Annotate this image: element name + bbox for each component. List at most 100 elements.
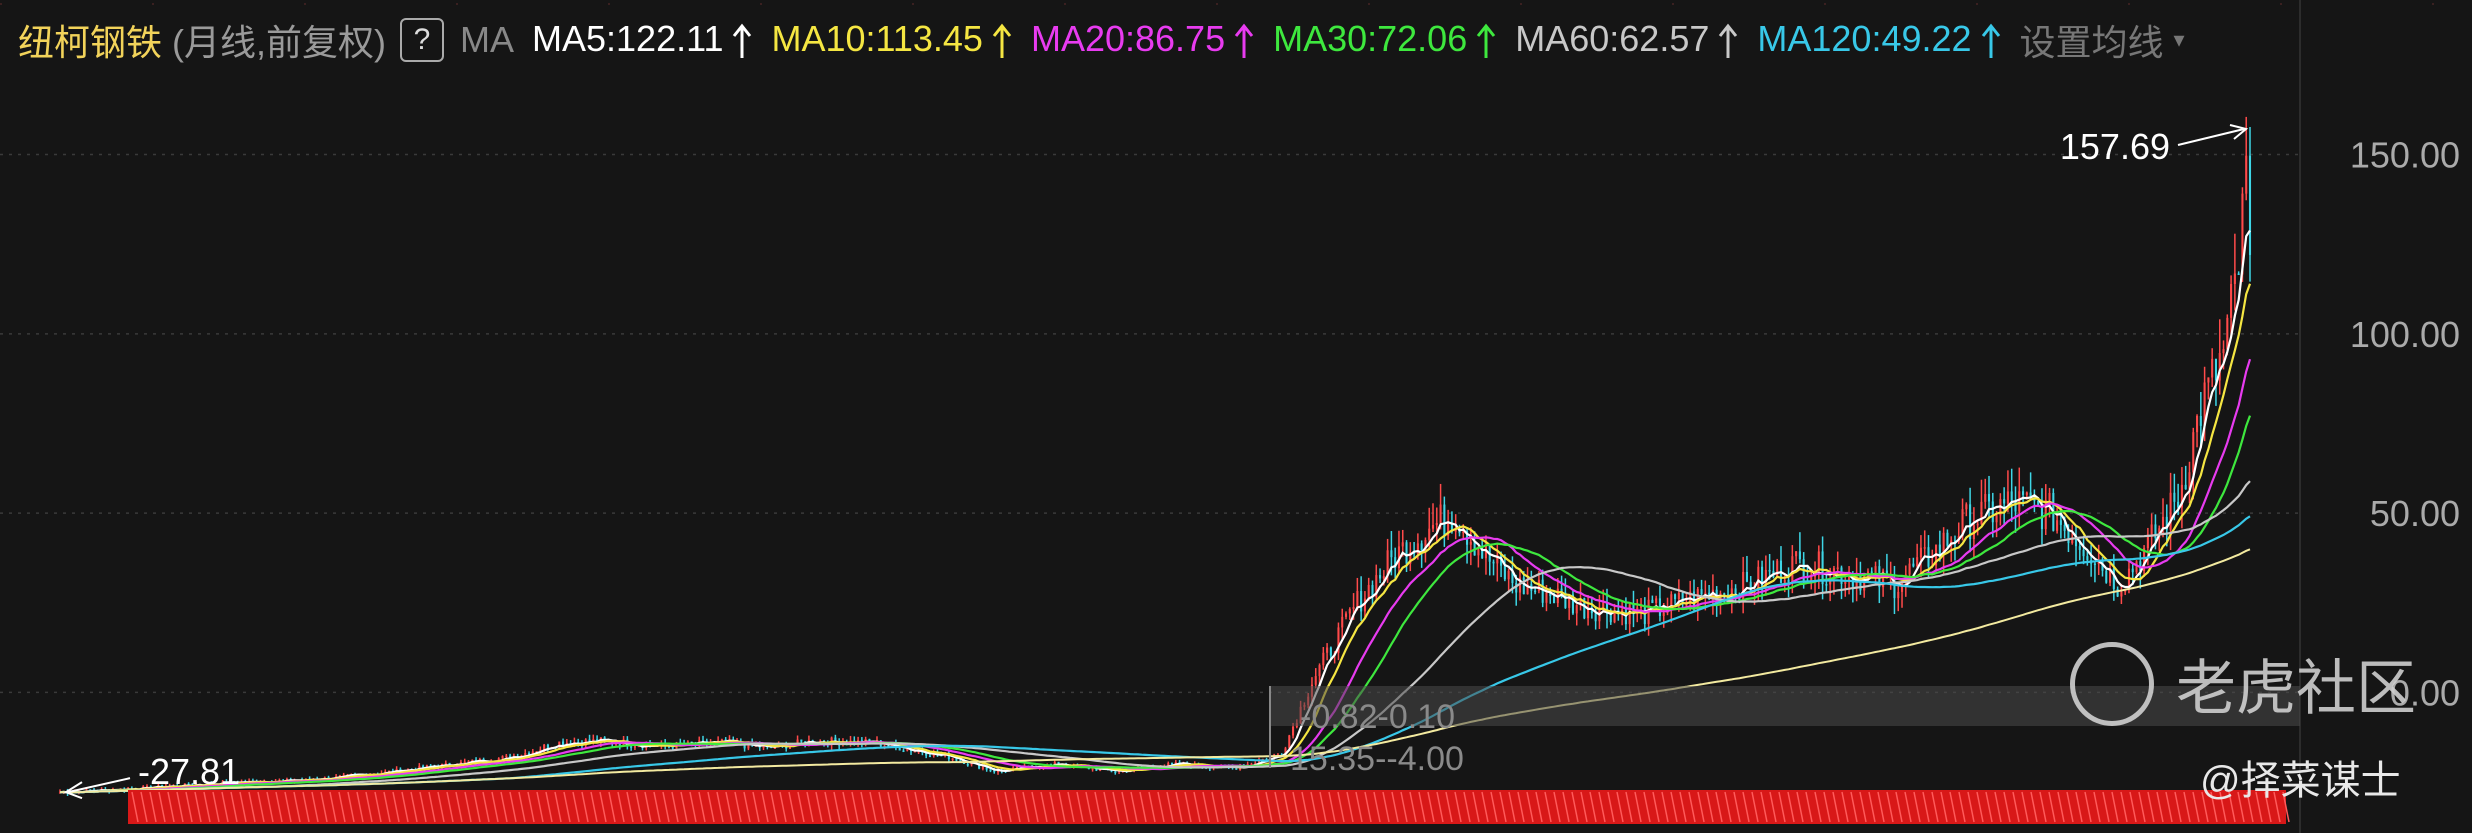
candle-body [2003,499,2006,504]
candle-body [951,758,954,760]
candle-body [2067,530,2070,544]
watermark: 老虎社区 [2070,640,2416,727]
candle-body [1674,594,1677,599]
candle-body [1477,549,1480,556]
candle-body [2082,549,2085,557]
candle-body [2078,546,2081,550]
candle-body [1329,647,1332,656]
candle-body [1655,598,1658,604]
candle-body [2161,516,2165,529]
candle-body [2233,273,2236,285]
candle-body [1836,567,1839,569]
candle-body [1984,494,1987,502]
y-tick-label: 100.00 [2350,314,2460,355]
candle-body [1322,652,1325,666]
candle-body [966,763,969,766]
candle-body [1798,551,1801,560]
candle-body [1379,575,1382,579]
candle-body [2150,524,2153,535]
candle-body [2245,155,2248,194]
candle-body [1749,581,1752,592]
candle-body [1443,504,1446,536]
candle-body [1791,556,1794,583]
candle-body [2173,492,2176,502]
candle-body [2248,155,2252,255]
candle-body [1439,504,1442,523]
candle-body [1995,515,1998,523]
candle-body [501,756,504,759]
y-tick-label: 50.00 [2370,493,2460,534]
candle-body [1825,584,1828,586]
candle-body [2074,538,2078,547]
overlay: -0.82-0.10 15.35--4.00 157.69 -27.81 [63,124,2300,824]
candle-body [1870,571,1873,573]
candle-body [2093,563,2096,566]
candle-body [1991,501,1994,523]
candle-body [800,739,803,742]
candle-body [1795,551,1798,557]
candle-body [2207,377,2210,383]
candle-body [1341,616,1344,628]
candle-body [1405,542,1408,564]
candle-body [524,753,527,756]
candle-body [902,750,905,752]
candle-body [1874,566,1877,573]
candle-body [2237,273,2240,275]
candle-body [633,746,636,748]
candle-body [1651,599,1654,604]
candle-body [2006,491,2009,504]
candle-body [463,761,466,764]
candle-body [1745,571,1748,582]
candle-body [2018,491,2021,512]
candle-body [1575,605,1578,614]
ma-line-ma60 [59,480,2251,794]
candle-body [1352,607,1355,610]
candle-body [1946,532,1949,546]
candle-body [989,769,992,772]
candle-body [981,767,984,769]
candle-body [1326,647,1329,653]
candle-body [1420,543,1423,551]
candle-body [1507,570,1510,580]
candle-body [2131,568,2134,573]
candle-body [1314,676,1317,685]
candle-body [2199,415,2202,426]
candle-body [1344,613,1348,617]
range-box-label-2: 15.35--4.00 [1290,740,1464,778]
candle-body [1594,613,1597,622]
candle-body [1897,591,1900,599]
candle-body [1360,591,1363,612]
candle-body [2010,491,2013,501]
candle-body [2059,520,2062,525]
candle-body [1662,612,1665,616]
candle-body [1318,665,1321,677]
candle-body [2222,349,2225,354]
candle-body [1382,576,1385,579]
candle-body [1923,547,1926,549]
candle-body [444,762,447,765]
candle-body [1356,591,1359,608]
candle-body [2214,358,2217,381]
candle-body [2226,317,2229,350]
candle-body [1534,590,1537,593]
candle-body [1401,542,1404,547]
candle-body [2056,520,2059,531]
candle-body [2211,358,2214,378]
candle-body [1987,494,1991,502]
candle-body [2112,568,2115,589]
candle-body [720,739,723,741]
candle-body [2048,492,2051,501]
candle-body [1757,566,1760,591]
watermark-text: 老虎社区 [2176,655,2416,722]
candle-body [2025,492,2028,495]
candle-body [1390,550,1393,558]
candle-body [630,746,633,748]
candle-body [1908,563,1911,575]
candle-body [2105,570,2108,583]
candle-body [1553,596,1556,604]
y-axis: 0.0050.00100.00150.00 [2350,135,2460,714]
candle-body [1492,561,1495,564]
candle-body [1503,565,1506,580]
candle-body [1742,571,1745,602]
candle-body [1431,525,1435,529]
